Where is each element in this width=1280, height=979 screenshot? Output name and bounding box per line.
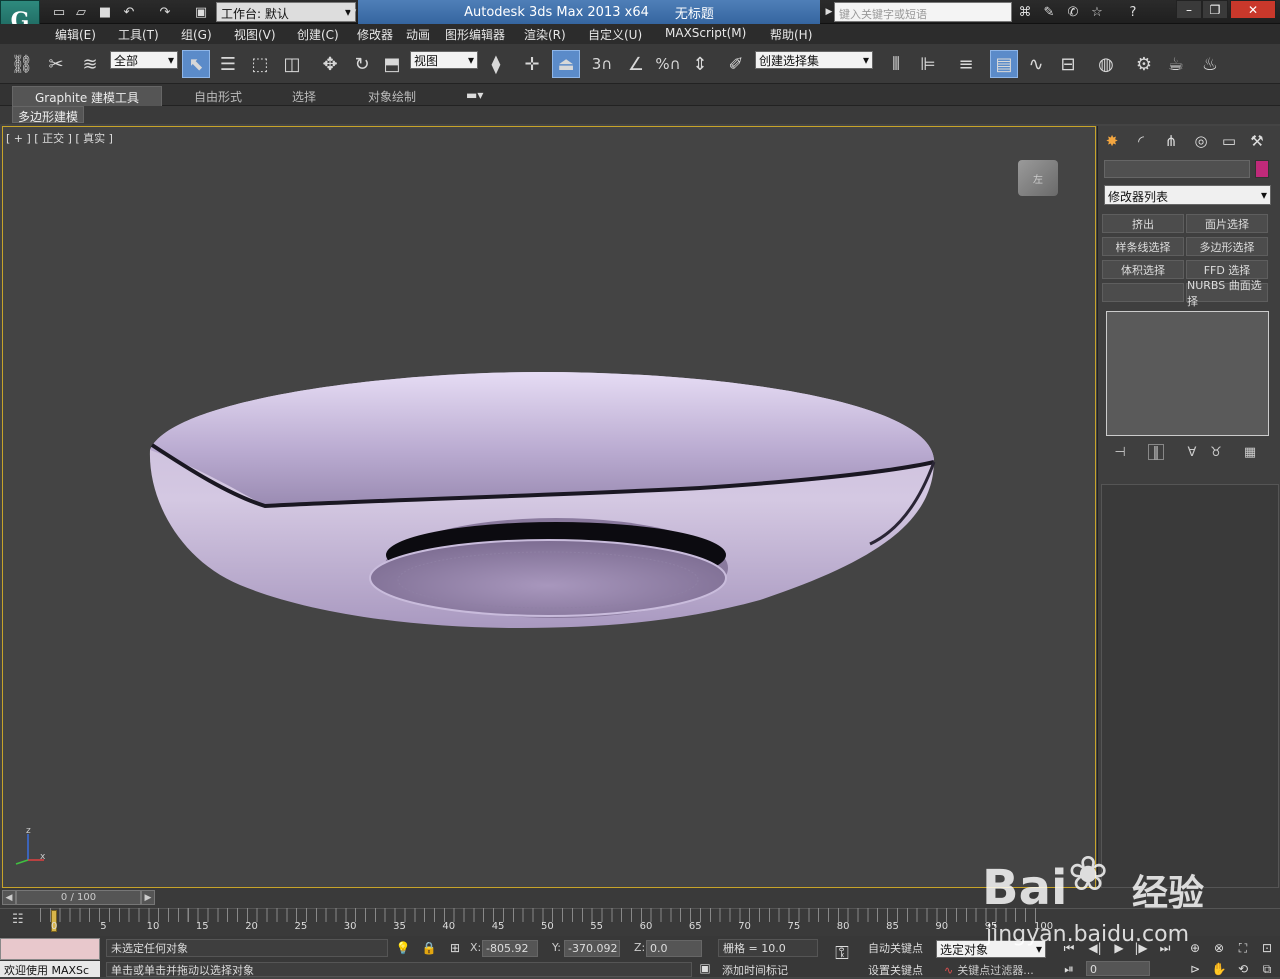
nurbs-surface-select-button[interactable]: NURBS 曲面选择 — [1186, 279, 1268, 308]
y-label: Y: — [552, 941, 561, 954]
frame-tick-label: 65 — [688, 921, 702, 932]
patch-select-button[interactable]: 面片选择 — [1186, 214, 1268, 233]
frame-tick-label: 45 — [491, 921, 505, 932]
baidu-brand-jingyan: 经验 — [1132, 873, 1205, 914]
x-coordinate-field[interactable]: -805.92 — [482, 940, 538, 957]
frame-tick-label: 0 — [51, 921, 58, 932]
prompt-line: 单击或单击并拖动以选择对象 — [106, 962, 692, 977]
paw-logo-icon: ❀ — [1068, 846, 1109, 902]
frame-tick-label: 50 — [541, 921, 554, 932]
selection-lock-icon[interactable]: 🔒 — [420, 939, 438, 957]
bowl-object[interactable] — [0, 0, 1280, 977]
frame-tick-label: 40 — [442, 921, 456, 932]
configure-sets-icon[interactable]: ▦ — [1242, 444, 1258, 460]
frame-tick-label: 35 — [393, 921, 406, 932]
maxscript-listener-box[interactable] — [0, 938, 100, 960]
modifier-list-value: 修改器列表 — [1108, 190, 1169, 204]
frame-tick-label: 30 — [343, 921, 357, 932]
key-filters-label: 关键点过滤器... — [957, 964, 1034, 977]
z-coordinate-field[interactable]: 0.0 — [646, 940, 702, 957]
time-slider[interactable]: 0 / 100 — [16, 890, 141, 905]
utilities-tab-icon[interactable]: ⚒ — [1246, 130, 1268, 152]
prev-frame-arrow-icon[interactable]: ◀ — [2, 890, 16, 905]
maximize-viewport-icon[interactable]: ⧉ — [1258, 960, 1276, 978]
isolate-bulb-icon[interactable]: 💡 — [394, 939, 412, 957]
motion-tab-icon[interactable]: ◎ — [1190, 130, 1212, 152]
next-frame-arrow-icon[interactable]: ▶ — [141, 890, 155, 905]
maxscript-welcome[interactable]: 欢迎使用 MAXSc — [0, 961, 100, 977]
parameters-rollout — [1101, 484, 1279, 888]
object-name-field[interactable] — [1104, 160, 1250, 178]
frame-ruler[interactable] — [40, 908, 1040, 922]
modify-tab-icon[interactable]: ◜ — [1130, 130, 1152, 152]
frame-tick-label: 60 — [639, 921, 653, 932]
grid-size-display: 栅格 = 10.0 — [718, 939, 818, 957]
modifier-stack[interactable] — [1106, 311, 1269, 436]
poly-select-button[interactable]: 多边形选择 — [1186, 237, 1268, 256]
frame-tick-label: 75 — [787, 921, 801, 932]
add-time-tag-button[interactable]: 添加时间标记 — [718, 962, 818, 977]
frame-tick-label: 20 — [245, 921, 258, 932]
x-label: X: — [470, 941, 482, 954]
key-filters-button[interactable]: ∿ 关键点过滤器... — [940, 961, 1050, 979]
pin-stack-icon[interactable]: ⊣ — [1112, 444, 1128, 460]
hierarchy-tab-icon[interactable]: ⋔ — [1160, 130, 1182, 152]
axis-x-label: x — [40, 852, 46, 862]
mini-curve-editor-icon[interactable]: ☷ — [12, 912, 32, 930]
frame-tick-label: 70 — [738, 921, 751, 932]
spline-select-button[interactable]: 样条线选择 — [1102, 237, 1184, 256]
pan-icon[interactable]: ✋ — [1210, 960, 1228, 978]
time-tag-icon[interactable]: ▣ — [696, 960, 714, 976]
display-tab-icon[interactable]: ▭ — [1218, 130, 1240, 152]
baidu-watermark: Bai ❀ 经验 jingyan.baidu.com — [980, 838, 1270, 948]
frame-tick-label: 5 — [100, 921, 107, 932]
frame-tick-label: 10 — [146, 921, 160, 932]
baidu-url: jingyan.baidu.com — [986, 922, 1190, 947]
selection-status: 未选定任何对象 — [106, 939, 388, 957]
axis-tripod-icon: z x — [6, 826, 48, 866]
field-of-view-icon[interactable]: ⊳ — [1186, 960, 1204, 978]
frame-tick-label: 85 — [886, 921, 899, 932]
baidu-brand: Bai — [982, 860, 1068, 916]
remove-modifier-icon[interactable]: ♉ — [1208, 444, 1224, 460]
key-mode-toggle-icon[interactable]: ⏯ — [1060, 960, 1078, 978]
current-frame-field[interactable]: 0 — [1086, 961, 1150, 976]
z-label: Z: — [634, 941, 646, 954]
object-color-swatch[interactable] — [1255, 160, 1269, 178]
frame-tick-label: 15 — [195, 921, 209, 932]
frame-tick-label: 55 — [590, 921, 604, 932]
frame-tick-label: 80 — [836, 921, 850, 932]
axis-z-label: z — [26, 826, 31, 836]
auto-key-button[interactable]: 自动关键点 — [864, 939, 934, 957]
show-end-result-icon[interactable]: ‖ — [1148, 444, 1164, 460]
empty-modifier-button[interactable] — [1102, 283, 1184, 302]
key-filters-icon: ∿ — [944, 963, 954, 977]
orbit-icon[interactable]: ⟲ — [1234, 960, 1252, 978]
set-key-button[interactable]: 设置关键点 — [864, 961, 934, 979]
create-tab-icon[interactable]: ✸ — [1101, 130, 1123, 152]
absolute-mode-icon[interactable]: ⊞ — [446, 939, 464, 957]
frame-tick-label: 90 — [935, 921, 949, 932]
make-unique-icon[interactable]: ∀ — [1184, 444, 1200, 460]
volume-select-button[interactable]: 体积选择 — [1102, 260, 1184, 279]
chevron-down-icon: ▾ — [1260, 188, 1267, 202]
set-key-icon[interactable]: ⚿ — [828, 943, 856, 964]
frame-tick-label: 25 — [294, 921, 308, 932]
modifier-list-dropdown[interactable]: 修改器列表 ▾ — [1104, 185, 1271, 205]
y-coordinate-field[interactable]: -370.092 — [564, 940, 620, 957]
extrude-button[interactable]: 挤出 — [1102, 214, 1184, 233]
